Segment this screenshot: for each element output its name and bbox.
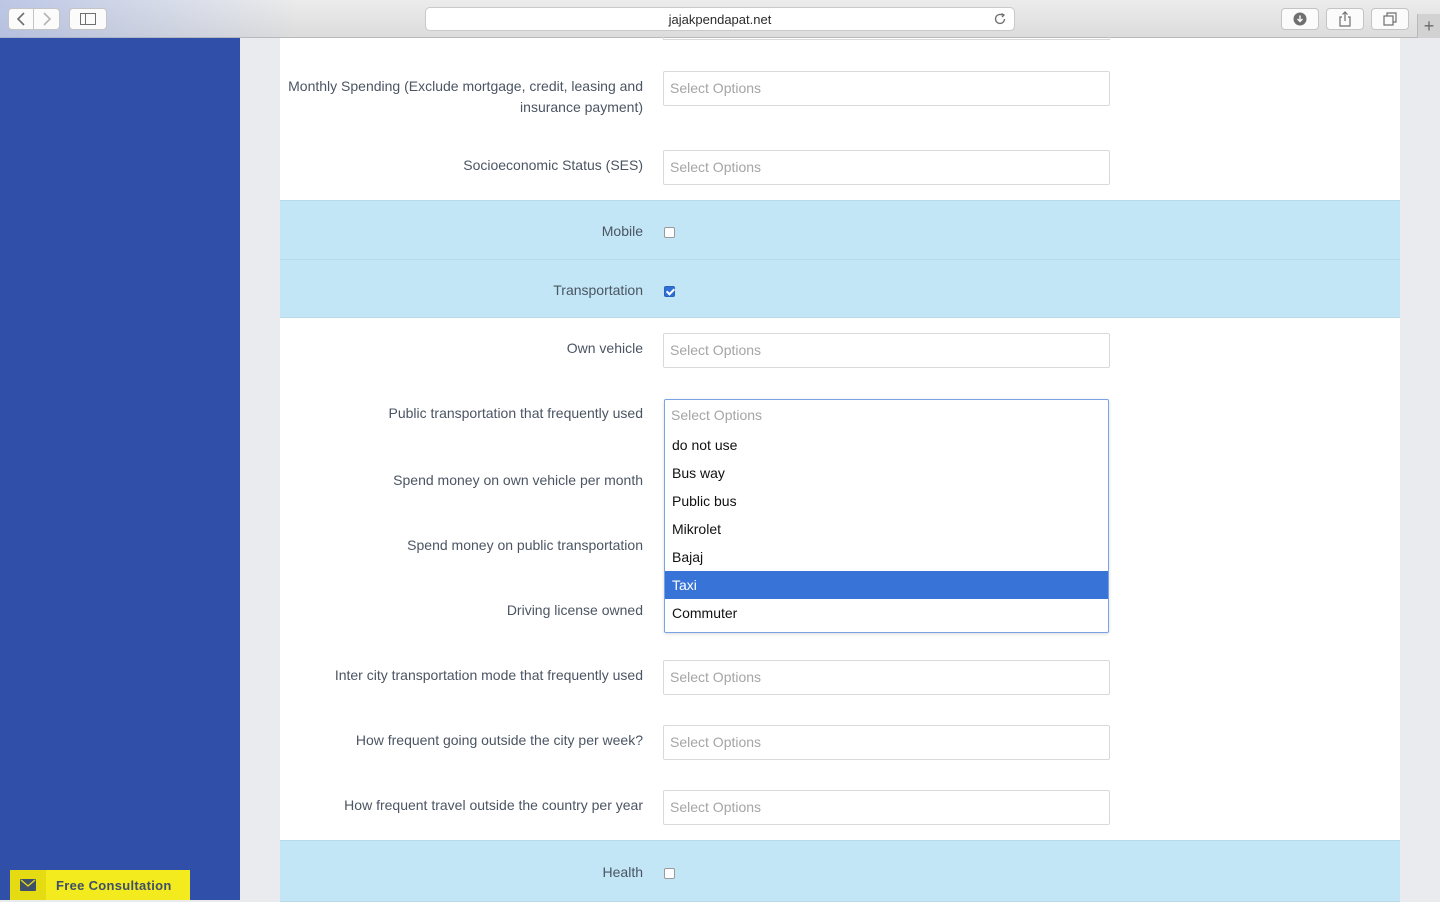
monthly-spending-select[interactable]: Select Options bbox=[663, 71, 1110, 106]
free-consultation-label: Free Consultation bbox=[56, 877, 172, 893]
public-transport-dropdown[interactable]: Select Options do not use Bus way Public… bbox=[664, 399, 1109, 633]
ses-label: Socioeconomic Status (SES) bbox=[463, 157, 643, 173]
option-commuter[interactable]: Commuter bbox=[665, 599, 1108, 627]
spend-own-vehicle-label: Spend money on own vehicle per month bbox=[393, 472, 643, 488]
download-icon bbox=[1293, 12, 1307, 26]
nav-buttons bbox=[8, 8, 60, 30]
driving-license-label: Driving license owned bbox=[506, 602, 643, 618]
own-vehicle-label: Own vehicle bbox=[566, 340, 643, 356]
option-bus-way[interactable]: Bus way bbox=[665, 459, 1108, 487]
monthly-spending-label: Monthly Spending (Exclude mortgage, cred… bbox=[288, 78, 643, 115]
public-transport-placeholder: Select Options bbox=[671, 407, 763, 423]
spend-public-label: Spend money on public transportation bbox=[407, 537, 643, 553]
public-transport-label: Public transportation that frequently us… bbox=[388, 405, 644, 421]
previous-select-edge bbox=[663, 34, 1110, 40]
outside-country-placeholder: Select Options bbox=[670, 799, 762, 815]
transportation-checkbox[interactable] bbox=[664, 286, 675, 297]
sidebar-toggle-button[interactable] bbox=[69, 8, 107, 30]
mobile-section: Mobile bbox=[280, 200, 1400, 260]
transportation-section: Transportation bbox=[280, 259, 1400, 318]
public-transport-options: do not use Bus way Public bus Mikrolet B… bbox=[665, 431, 1108, 627]
envelope-icon bbox=[10, 870, 46, 900]
intercity-label: Inter city transportation mode that freq… bbox=[334, 667, 643, 683]
health-section: Health bbox=[280, 840, 1400, 902]
ses-placeholder: Select Options bbox=[670, 159, 762, 175]
right-gutter bbox=[1400, 38, 1440, 900]
mobile-checkbox[interactable] bbox=[664, 227, 675, 238]
left-side-band bbox=[0, 38, 240, 900]
plus-icon: + bbox=[1423, 15, 1435, 36]
outside-city-label: How frequent going outside the city per … bbox=[355, 732, 643, 748]
ses-select[interactable]: Select Options bbox=[663, 150, 1110, 185]
option-bajaj[interactable]: Bajaj bbox=[665, 543, 1108, 571]
new-tab-button[interactable]: + bbox=[1417, 14, 1440, 38]
outside-city-placeholder: Select Options bbox=[670, 734, 762, 750]
option-public-bus[interactable]: Public bus bbox=[665, 487, 1108, 515]
health-label: Health bbox=[602, 864, 643, 880]
monthly-spending-placeholder: Select Options bbox=[670, 80, 762, 96]
share-button[interactable] bbox=[1326, 8, 1364, 30]
url-text: jajakpendapat.net bbox=[668, 11, 772, 27]
own-vehicle-placeholder: Select Options bbox=[670, 342, 762, 358]
sidebar-icon bbox=[80, 13, 96, 25]
left-gutter bbox=[240, 38, 280, 900]
tabs-overview-button[interactable] bbox=[1371, 8, 1409, 30]
free-consultation-button[interactable]: Free Consultation bbox=[10, 870, 190, 900]
chevron-right-icon bbox=[42, 12, 51, 26]
downloads-button[interactable] bbox=[1281, 8, 1319, 30]
share-icon bbox=[1339, 11, 1351, 27]
outside-country-select[interactable]: Select Options bbox=[663, 790, 1110, 825]
form-panel: Monthly Spending (Exclude mortgage, cred… bbox=[280, 34, 1400, 902]
toolbar-right-buttons bbox=[1274, 8, 1409, 30]
mobile-label: Mobile bbox=[601, 223, 643, 239]
tabs-icon bbox=[1383, 12, 1397, 26]
health-checkbox[interactable] bbox=[664, 868, 675, 879]
reload-icon[interactable] bbox=[992, 11, 1008, 27]
intercity-select[interactable]: Select Options bbox=[663, 660, 1110, 695]
option-do-not-use[interactable]: do not use bbox=[665, 431, 1108, 459]
option-taxi[interactable]: Taxi bbox=[665, 571, 1108, 599]
page: Monthly Spending (Exclude mortgage, cred… bbox=[0, 34, 1440, 902]
intercity-placeholder: Select Options bbox=[670, 669, 762, 685]
forward-button[interactable] bbox=[34, 8, 60, 30]
transportation-label: Transportation bbox=[553, 282, 643, 298]
browser-toolbar: jajakpendapat.net + bbox=[0, 0, 1440, 38]
option-mikrolet[interactable]: Mikrolet bbox=[665, 515, 1108, 543]
chevron-left-icon bbox=[16, 12, 25, 26]
outside-city-select[interactable]: Select Options bbox=[663, 725, 1110, 760]
back-button[interactable] bbox=[8, 8, 34, 30]
address-bar[interactable]: jajakpendapat.net bbox=[425, 7, 1015, 31]
outside-country-label: How frequent travel outside the country … bbox=[344, 797, 643, 813]
own-vehicle-select[interactable]: Select Options bbox=[663, 333, 1110, 368]
